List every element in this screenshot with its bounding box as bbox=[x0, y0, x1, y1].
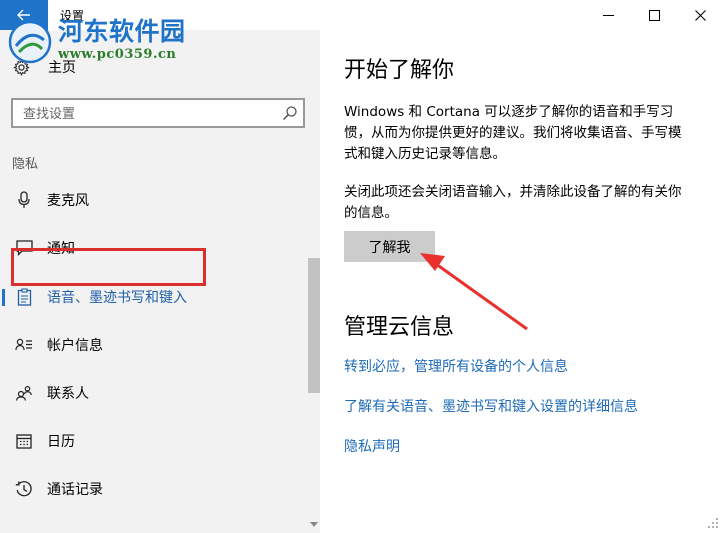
sidebar-item-account-info[interactable]: 帐户信息 bbox=[0, 325, 306, 365]
scrollbar-thumb[interactable] bbox=[308, 258, 320, 393]
sidebar-item-label: 语音、墨迹书写和键入 bbox=[47, 290, 187, 306]
contacts-icon bbox=[14, 383, 34, 403]
sidebar-item-label: 通话记录 bbox=[47, 482, 103, 498]
warning-text: 关闭此项还会关闭语音输入，并清除此设备了解的有关你的信息。 bbox=[344, 184, 682, 221]
microphone-icon bbox=[14, 190, 34, 210]
minimize-icon bbox=[602, 14, 614, 16]
clipboard-icon bbox=[14, 287, 34, 307]
maximize-button[interactable] bbox=[644, 6, 664, 24]
sidebar-item-calendar[interactable]: 日历 bbox=[0, 421, 306, 461]
watermark-logo-icon bbox=[8, 20, 52, 64]
close-icon bbox=[694, 9, 706, 21]
section-label-privacy: 隐私 bbox=[12, 157, 39, 172]
search-box[interactable] bbox=[11, 98, 305, 128]
call-history-icon bbox=[14, 479, 34, 499]
sidebar-item-label: 日历 bbox=[47, 434, 75, 450]
sidebar-item-microphone[interactable]: 麦克风 bbox=[0, 180, 306, 220]
privacy-statement-link[interactable]: 隐私声明 bbox=[344, 436, 400, 456]
main-content: 开始了解你 Windows 和 Cortana 可以逐步了解你的语音和手写习惯，… bbox=[320, 30, 723, 533]
scroll-down-arrow-icon[interactable] bbox=[310, 522, 318, 527]
sidebar-item-call-history[interactable]: 通话记录 bbox=[0, 469, 306, 509]
annotation-highlight-box bbox=[11, 248, 206, 286]
minimize-button[interactable] bbox=[598, 6, 618, 24]
get-to-know-me-button[interactable]: 了解我 bbox=[344, 231, 435, 262]
maximize-icon bbox=[648, 9, 660, 21]
watermark-url: www.pc0359.cn bbox=[58, 47, 177, 62]
calendar-icon bbox=[14, 431, 34, 451]
sidebar-item-label: 帐户信息 bbox=[47, 338, 103, 354]
sidebar-item-label: 联系人 bbox=[47, 386, 89, 402]
search-input[interactable] bbox=[13, 100, 285, 128]
selected-indicator bbox=[2, 289, 5, 306]
watermark-title: 河东软件园 bbox=[58, 17, 186, 46]
learn-more-link[interactable]: 了解有关语音、墨迹书写和键入设置的详细信息 bbox=[344, 396, 638, 416]
search-icon[interactable] bbox=[281, 104, 299, 122]
resize-grip-icon[interactable] bbox=[706, 516, 720, 530]
description-text: Windows 和 Cortana 可以逐步了解你的语音和手写习惯，从而为你提供… bbox=[344, 104, 682, 162]
account-info-icon bbox=[14, 335, 34, 355]
cloud-info-heading: 管理云信息 bbox=[344, 315, 455, 340]
sidebar-item-contacts[interactable]: 联系人 bbox=[0, 373, 306, 413]
close-button[interactable] bbox=[690, 6, 710, 24]
sidebar-item-label: 麦克风 bbox=[47, 193, 89, 209]
bing-manage-link[interactable]: 转到必应，管理所有设备的个人信息 bbox=[344, 356, 568, 376]
page-title: 开始了解你 bbox=[344, 58, 455, 83]
